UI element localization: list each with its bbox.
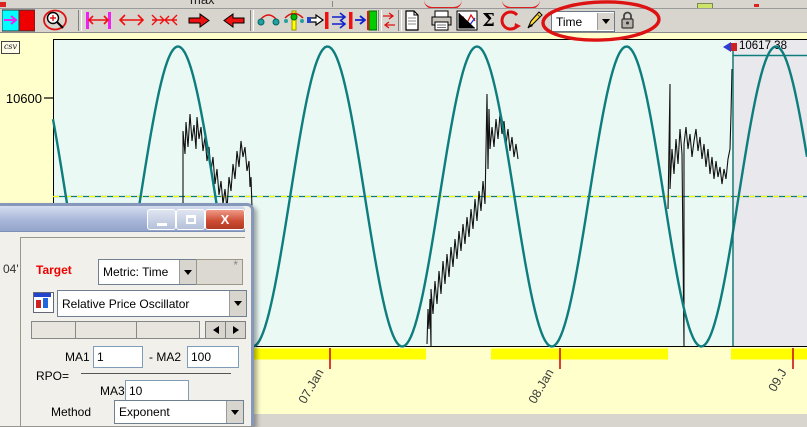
rpo-label: RPO= [36,369,69,383]
tab-divider [75,322,76,339]
step-right-icon[interactable] [188,9,211,32]
parameter-tabs[interactable] [31,321,200,339]
ma1-input[interactable] [93,346,143,368]
ma2-label: - MA2 [149,350,181,364]
lock-icon[interactable] [619,9,636,32]
time-selector-value: Time [552,15,597,29]
future-zone [734,40,807,346]
red-fragment [0,2,6,7]
method-label: Method [51,405,91,419]
close-button[interactable]: X [205,209,245,230]
main-toolbar: Σ Time [0,9,807,33]
compress-horizontal-icon[interactable] [151,9,178,32]
toolbar-separator [398,10,402,31]
zoom-magnifier-icon[interactable] [42,9,70,32]
indicator-combo-value: Relative Price Oscillator [58,297,229,311]
target-label: Target [36,263,72,277]
refresh-c-icon[interactable] [500,9,521,32]
printer-icon[interactable] [430,9,453,32]
tab-scroll-right-button[interactable] [225,321,246,339]
red-arc-fragment [502,0,540,9]
split-view-icon[interactable] [2,9,35,32]
step-left-icon[interactable] [222,9,245,32]
csv-tab[interactable]: csv [1,41,20,54]
y-axis-label: 10600 [0,91,42,106]
pencil-icon[interactable] [525,9,544,32]
ma3-input[interactable] [125,380,189,402]
toolbar-separator [250,10,254,31]
sigma-icon[interactable]: Σ [480,9,497,32]
divider-fragment [332,1,333,7]
ma2-input[interactable] [187,346,239,368]
left-axis-fragment: 04' [3,262,19,276]
red-fragment [754,4,759,7]
minimize-icon [157,223,167,226]
tab-scroll-left-button[interactable] [205,321,226,339]
chevron-down-icon[interactable] [179,260,196,284]
document-icon[interactable] [404,9,420,32]
ma1-label: MA1 [65,350,90,364]
panel-divider [20,237,245,238]
minimize-button[interactable] [147,209,176,230]
ma3-label: MA3 [100,384,125,398]
dialog-titlebar[interactable]: X [0,206,245,232]
method-combo-value: Exponent [115,405,226,419]
top-toolbar-fragment: max [0,0,807,9]
chart-icon[interactable] [456,9,478,32]
last-price-label: 10617.38 [739,40,787,52]
pivot-icon[interactable] [283,9,305,32]
chevron-down-icon[interactable] [226,401,243,423]
toolbar-separator [78,10,82,31]
indicator-combo[interactable]: Relative Price Oscillator [57,290,247,317]
hand-to-bar-icon[interactable] [306,9,330,32]
metric-combo-value: Metric: Time [99,265,179,279]
small-swap-arrows-icon[interactable] [382,9,396,32]
chevron-down-icon[interactable] [597,13,614,30]
tab-divider [136,322,137,339]
arrow-left-icon [213,326,219,334]
arrows-to-bar-icon[interactable] [331,9,354,32]
arc-dots-icon[interactable] [257,9,280,32]
time-metric-selector[interactable]: Time [551,11,615,32]
range-bars-icon[interactable] [85,9,112,32]
maximize-icon [186,215,196,224]
indicator-dialog[interactable]: X 04' Target Metric: Time * Relative Pri… [0,203,254,426]
close-icon: X [221,213,230,226]
arrow-to-green-icon[interactable] [355,9,377,32]
expand-horizontal-icon[interactable] [118,9,145,32]
panel-divider [20,237,21,427]
arrow-right-icon [233,326,239,334]
star-button-label: * [233,258,238,272]
red-arc-fragment [424,0,462,9]
fraction-bar [81,373,231,374]
maximize-button[interactable] [176,209,205,230]
method-combo[interactable]: Exponent [114,400,244,424]
max-text-fragment: max [190,0,215,7]
indicator-icon-button[interactable] [33,292,54,313]
metric-combo[interactable]: Metric: Time [98,259,197,285]
star-button[interactable]: * [196,259,243,285]
chevron-down-icon[interactable] [229,291,246,316]
